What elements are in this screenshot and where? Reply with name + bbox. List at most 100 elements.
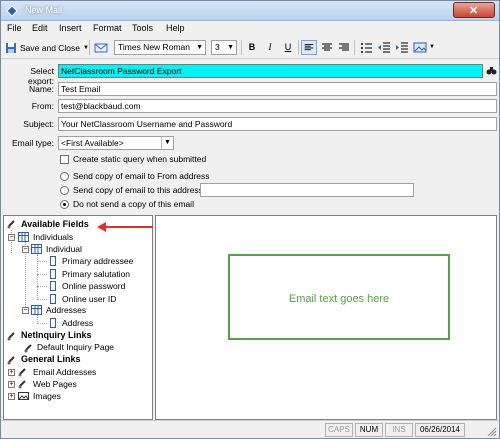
link-icon: [7, 332, 15, 341]
save-and-close-button[interactable]: Save and Close ▼: [5, 39, 89, 57]
collapse-icon[interactable]: −: [8, 234, 15, 241]
email-type-select[interactable]: <First Available> ▼: [58, 136, 174, 150]
expand-icon[interactable]: +: [8, 393, 15, 400]
font-family-select[interactable]: Times New Roman ▼: [114, 40, 206, 55]
no-copy-label: Do not send a copy of this email: [73, 199, 194, 209]
tree-addresses[interactable]: Addresses: [46, 305, 86, 315]
send-from-label: Send copy of email to From address: [73, 171, 210, 181]
static-query-checkbox[interactable]: [60, 155, 69, 164]
chevron-down-icon: ▼: [196, 44, 203, 51]
expand-icon[interactable]: +: [8, 381, 15, 388]
decrease-indent-icon[interactable]: [376, 40, 392, 55]
status-num: NUM: [355, 423, 383, 437]
message-form: Select export: NetClassroom Password Exp…: [1, 60, 499, 214]
send-this-address-radio[interactable]: [60, 186, 69, 195]
link-icon: [24, 344, 32, 353]
tree-field-online-password[interactable]: Online password: [62, 281, 125, 291]
tree-connector: [37, 286, 47, 287]
chevron-down-icon: ▼: [161, 137, 173, 149]
font-size-value: 3: [215, 42, 220, 52]
link-icon: [18, 368, 26, 377]
link-icon: [7, 356, 15, 365]
tree-netinquiry-links[interactable]: NetInquiry Links: [21, 330, 92, 340]
tree-connector: [37, 323, 47, 324]
from-field[interactable]: test@blackbaud.com: [58, 99, 497, 113]
toolbar-divider: [354, 40, 355, 55]
email-type-value: <First Available>: [61, 138, 124, 148]
table-icon: [18, 232, 29, 242]
app-icon: [6, 5, 18, 17]
send-from-radio[interactable]: [60, 172, 69, 181]
save-icon: [6, 43, 16, 53]
toolbar-divider: [89, 40, 90, 55]
tree-field-primary-salutation[interactable]: Primary salutation: [62, 269, 130, 279]
close-button[interactable]: ✕: [453, 2, 495, 18]
name-label: Name:: [28, 84, 54, 94]
select-export-label: Select export:: [28, 66, 54, 86]
field-icon: [50, 281, 56, 291]
status-bar: CAPS NUM INS 06/26/2014: [1, 420, 499, 438]
tree-field-address[interactable]: Address: [62, 318, 93, 328]
toolbar-divider: [241, 40, 242, 55]
tree-connector: [37, 299, 47, 300]
close-icon: ✕: [469, 5, 479, 17]
select-export-field[interactable]: NetClassroom Password Export: [58, 64, 483, 78]
field-icon: [50, 269, 56, 279]
tree-connector: [37, 274, 47, 275]
subject-label: Subject:: [23, 119, 54, 129]
expand-icon[interactable]: +: [8, 369, 15, 376]
italic-button[interactable]: I: [262, 40, 278, 55]
send-icon[interactable]: [94, 42, 108, 54]
align-left-icon[interactable]: [301, 40, 317, 55]
tree-general-links[interactable]: General Links: [21, 354, 81, 364]
bullet-list-icon[interactable]: [358, 40, 374, 55]
menu-tools[interactable]: Tools: [132, 23, 153, 33]
email-body-editor[interactable]: Email text goes here: [155, 215, 497, 420]
tree-default-inquiry-page[interactable]: Default Inquiry Page: [37, 342, 114, 352]
send-this-address-label: Send copy of email to this address:: [73, 185, 206, 195]
tree-connector: [37, 261, 47, 262]
tree-web-pages[interactable]: Web Pages: [33, 379, 77, 389]
tree-individuals[interactable]: Individuals: [33, 232, 73, 242]
font-family-value: Times New Roman: [118, 42, 190, 52]
name-field[interactable]: Test Email: [58, 82, 497, 96]
static-query-label: Create static query when submitted: [73, 154, 207, 164]
subject-field[interactable]: Your NetClassroom Username and Password: [58, 117, 497, 131]
collapse-icon[interactable]: −: [22, 307, 29, 314]
increase-indent-icon[interactable]: [394, 40, 410, 55]
email-text-annotation: Email text goes here: [228, 254, 450, 340]
tree-field-online-user-id[interactable]: Online user ID: [62, 294, 116, 304]
tree-field-primary-addressee[interactable]: Primary addressee: [62, 256, 133, 266]
bold-button[interactable]: B: [244, 40, 260, 55]
no-copy-radio[interactable]: [60, 200, 69, 209]
chevron-down-icon: ▼: [227, 44, 234, 51]
resize-grip-icon[interactable]: [487, 427, 497, 437]
menu-edit[interactable]: Edit: [32, 23, 48, 33]
tree-available-fields[interactable]: Available Fields: [21, 219, 89, 229]
window-title: New Mail: [25, 5, 63, 15]
status-date: 06/26/2014: [415, 423, 465, 437]
email-text-placeholder: Email text goes here: [288, 293, 390, 305]
insert-picture-icon[interactable]: [412, 40, 428, 55]
status-ins: INS: [385, 423, 413, 437]
email-type-label: Email type:: [11, 138, 54, 148]
tree-email-addresses[interactable]: Email Addresses: [33, 367, 96, 377]
menu-format[interactable]: Format: [93, 23, 122, 33]
font-size-select[interactable]: 3 ▼: [211, 40, 237, 55]
tree-individual[interactable]: Individual: [46, 244, 82, 254]
copy-address-field[interactable]: [200, 183, 414, 197]
menu-help[interactable]: Help: [166, 23, 185, 33]
toolbar: Save and Close ▼ Times New Roman ▼ 3 ▼ B…: [1, 37, 499, 59]
binoculars-icon[interactable]: [486, 65, 497, 76]
menu-file[interactable]: File: [7, 23, 22, 33]
title-bar: New Mail ✕: [1, 1, 499, 21]
available-fields-tree: Available Fields − Individuals − Individ…: [3, 215, 153, 420]
chevron-down-icon[interactable]: ▼: [429, 44, 435, 50]
align-right-icon[interactable]: [336, 40, 352, 55]
tree-images[interactable]: Images: [33, 391, 61, 401]
underline-button[interactable]: U: [280, 40, 296, 55]
align-center-icon[interactable]: [319, 40, 335, 55]
collapse-icon[interactable]: −: [22, 246, 29, 253]
menu-insert[interactable]: Insert: [59, 23, 82, 33]
image-icon: [18, 392, 29, 400]
